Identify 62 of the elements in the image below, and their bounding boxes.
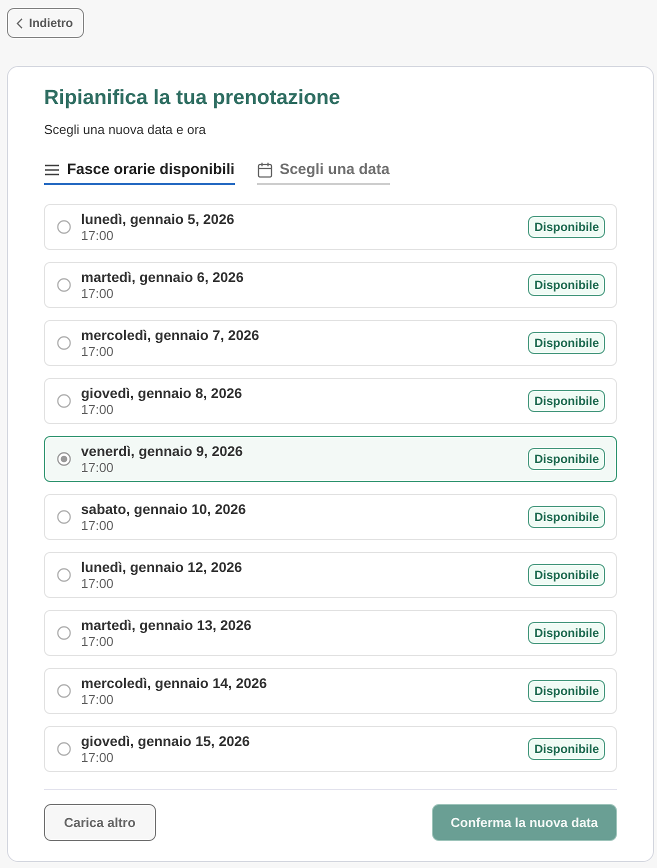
tab-label: Scegli una data	[280, 161, 390, 178]
load-more-button[interactable]: Carica altro	[44, 804, 156, 841]
availability-badge: Disponibile	[528, 274, 605, 296]
time-slot-option[interactable]: sabato, gennaio 10, 2026 17:00 Disponibile	[44, 494, 617, 540]
time-slot-option[interactable]: giovedì, gennaio 8, 2026 17:00 Disponibile	[44, 378, 617, 424]
slot-date: lunedì, gennaio 5, 2026	[81, 210, 236, 228]
time-slot-option[interactable]: venerdì, gennaio 9, 2026 17:00 Disponibile	[44, 436, 617, 482]
radio-button[interactable]	[57, 452, 71, 466]
time-slot-option[interactable]: giovedì, gennaio 15, 2026 17:00 Disponibile	[44, 726, 617, 772]
availability-badge: Disponibile	[528, 216, 605, 238]
slot-date: giovedì, gennaio 15, 2026	[81, 732, 251, 750]
radio-button[interactable]	[57, 336, 71, 350]
slot-time: 17:00	[81, 344, 115, 360]
calendar-icon	[256, 162, 273, 178]
radio-button[interactable]	[57, 626, 71, 640]
availability-badge: Disponibile	[528, 680, 605, 702]
slot-date: martedì, gennaio 6, 2026	[81, 268, 245, 286]
time-slot-option[interactable]: lunedì, gennaio 12, 2026 17:00 Disponibile	[44, 552, 617, 598]
slot-time: 17:00	[81, 576, 115, 592]
slot-time: 17:00	[81, 286, 115, 302]
radio-button[interactable]	[57, 220, 71, 234]
slot-date: venerdì, gennaio 9, 2026	[81, 442, 244, 460]
radio-button[interactable]	[57, 394, 71, 408]
slot-time: 17:00	[81, 402, 115, 418]
back-label: Indietro	[29, 16, 73, 30]
slot-time: 17:00	[81, 750, 115, 766]
availability-badge: Disponibile	[528, 738, 605, 760]
slot-time: 17:00	[81, 634, 115, 650]
availability-badge: Disponibile	[528, 506, 605, 528]
page-title: Ripianifica la tua prenotazione	[44, 85, 342, 111]
tab-label: Fasce orarie disponibili	[67, 161, 235, 178]
slot-time: 17:00	[81, 692, 115, 708]
chevron-left-icon	[16, 18, 23, 28]
time-slot-option[interactable]: mercoledì, gennaio 7, 2026 17:00 Disponibile	[44, 320, 617, 366]
slot-date: martedì, gennaio 13, 2026	[81, 616, 252, 634]
radio-button[interactable]	[57, 742, 71, 756]
availability-badge: Disponibile	[528, 390, 605, 412]
slot-date: sabato, gennaio 10, 2026	[81, 500, 247, 518]
time-slot-option[interactable]: lunedì, gennaio 5, 2026 17:00 Disponibile	[44, 204, 617, 250]
radio-button[interactable]	[57, 278, 71, 292]
slot-date: mercoledì, gennaio 7, 2026	[81, 326, 260, 344]
tab[interactable]: Scegli una data	[256, 161, 390, 185]
time-slot-option[interactable]: martedì, gennaio 13, 2026 17:00 Disponibile	[44, 610, 617, 656]
availability-badge: Disponibile	[528, 332, 605, 354]
radio-button[interactable]	[57, 684, 71, 698]
availability-badge: Disponibile	[528, 622, 605, 644]
slot-date: lunedì, gennaio 12, 2026	[81, 558, 244, 576]
slot-time: 17:00	[81, 460, 115, 476]
slot-date: giovedì, gennaio 8, 2026	[81, 384, 244, 402]
menu-icon	[44, 162, 60, 178]
back-button[interactable]: Indietro	[7, 8, 84, 38]
subtitle: Scegli una nuova data e ora	[44, 121, 207, 139]
time-slot-option[interactable]: mercoledì, gennaio 14, 2026 17:00 Disponibile	[44, 668, 617, 714]
slot-date: mercoledì, gennaio 14, 2026	[81, 674, 268, 692]
radio-button[interactable]	[57, 510, 71, 524]
time-slot-option[interactable]: martedì, gennaio 6, 2026 17:00 Disponibile	[44, 262, 617, 308]
slot-time: 17:00	[81, 518, 115, 534]
availability-badge: Disponibile	[528, 564, 605, 586]
radio-button[interactable]	[57, 568, 71, 582]
slot-time: 17:00	[81, 228, 115, 244]
availability-badge: Disponibile	[528, 448, 605, 470]
tab[interactable]: Fasce orarie disponibili	[44, 161, 235, 185]
